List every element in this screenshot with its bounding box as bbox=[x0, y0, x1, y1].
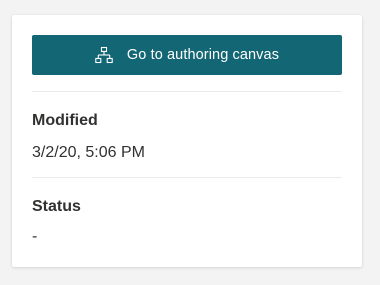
page: Go to authoring canvas Modified 3/2/20, … bbox=[0, 0, 380, 285]
divider bbox=[32, 91, 342, 92]
divider bbox=[32, 177, 342, 178]
go-to-authoring-canvas-button[interactable]: Go to authoring canvas bbox=[32, 35, 342, 75]
modified-label: Modified bbox=[32, 112, 98, 129]
status-value: - bbox=[32, 228, 38, 245]
hierarchy-icon bbox=[95, 46, 113, 64]
status-label: Status bbox=[32, 198, 81, 215]
modified-value: 3/2/20, 5:06 PM bbox=[32, 144, 145, 161]
details-card: Go to authoring canvas Modified 3/2/20, … bbox=[12, 15, 362, 267]
go-to-authoring-canvas-label: Go to authoring canvas bbox=[126, 47, 280, 63]
